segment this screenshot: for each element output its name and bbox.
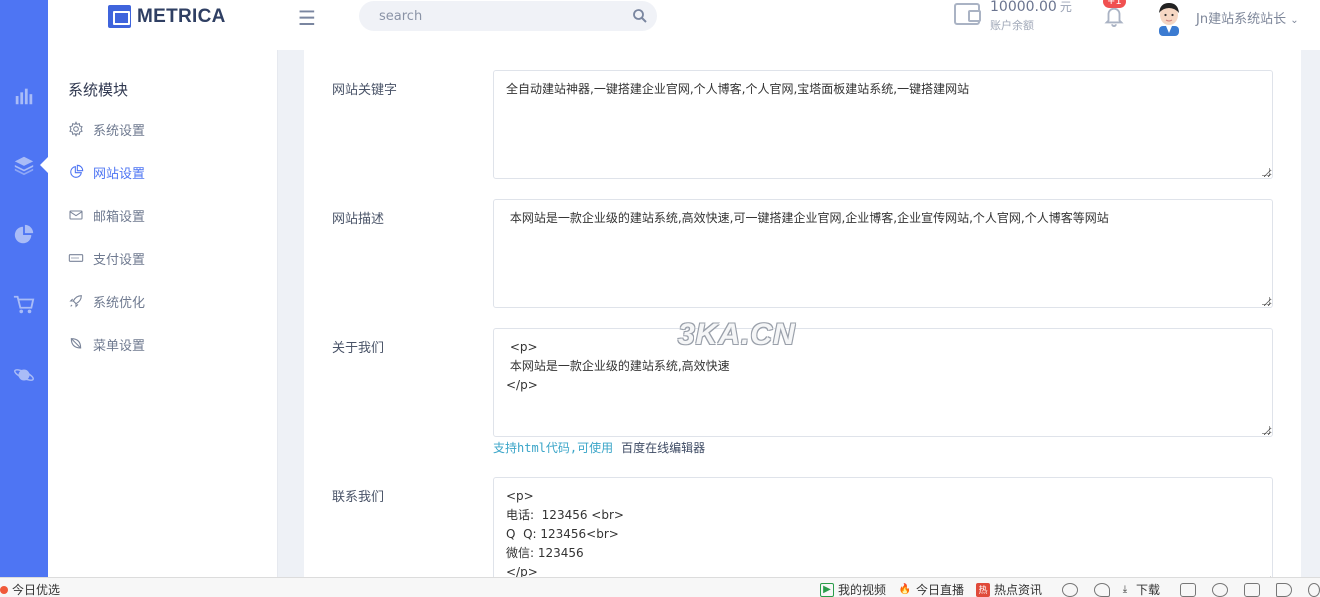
top-header: METRICA ☰ 10000.00元 账户余额 +1 Jn建站系统站长 ⌄ — [48, 0, 1320, 50]
search-icon[interactable] — [631, 7, 649, 25]
contact-label: 联系我们 — [332, 490, 385, 505]
sidebar-item-system-optimization[interactable]: 系统优化 — [68, 291, 145, 311]
play-icon: ▶ — [819, 582, 834, 597]
contact-value: <p> 电话: 123456 <br> Q Q: 123456<br> 微信: … — [506, 489, 624, 577]
sidebar-item-label: 邮箱设置 — [93, 209, 146, 225]
balance-amount: 10000.00 — [990, 0, 1057, 15]
html-hint: 支持html代码,可使用 百度在线编辑器 — [493, 439, 705, 456]
planet-icon[interactable] — [0, 355, 48, 395]
username: Jn建站系统站长 — [1196, 12, 1287, 27]
username-dropdown[interactable]: Jn建站系统站长 ⌄ — [1196, 8, 1299, 27]
avatar[interactable] — [1153, 0, 1185, 36]
today-picks-label: 今日优选 — [12, 583, 61, 597]
pie-chart-icon[interactable] — [0, 215, 48, 255]
sidebar-title: 系统模块 — [68, 81, 129, 99]
keywords-label: 网站关键字 — [332, 83, 398, 98]
about-label: 关于我们 — [332, 341, 385, 356]
today-picks[interactable]: 今日优选 — [0, 581, 60, 597]
contact-textarea[interactable]: <p> 电话: 123456 <br> Q Q: 123456<br> 微信: … — [493, 477, 1273, 577]
glasses-icon[interactable] — [1180, 582, 1196, 597]
balance-unit: 元 — [1059, 0, 1072, 14]
sidebar-item-mail-settings[interactable]: 邮箱设置 — [68, 205, 145, 225]
mail-icon — [69, 210, 83, 220]
module-sidebar: 系统模块 系统设置 网站设置 邮箱设置 支付设置 系统优化 菜单设置 — [48, 50, 278, 577]
sidebar-item-payment-settings[interactable]: 支付设置 — [68, 248, 145, 268]
live-today-label: 今日直播 — [915, 583, 964, 597]
fire-dot-icon — [0, 585, 8, 594]
chevron-down-icon: ⌄ — [1290, 15, 1299, 26]
volume-icon[interactable] — [1276, 582, 1292, 597]
sidebar-item-label: 菜单设置 — [93, 338, 146, 354]
sidebar-item-label: 系统设置 — [93, 123, 146, 139]
search-icon[interactable] — [1308, 582, 1320, 597]
rocket-icon[interactable] — [1093, 582, 1110, 597]
editor-link[interactable]: 百度在线编辑器 — [621, 441, 705, 455]
about-textarea[interactable]: <p> 本网站是一款企业级的建站系统,高效快速 </p> — [493, 328, 1273, 437]
html-hint-text: 支持html代码,可使用 — [493, 441, 614, 455]
description-value: 本网站是一款企业级的建站系统,高效快速,可一键搭建企业官网,企业博客,企业宣传网… — [506, 211, 1109, 225]
menu-toggle-icon[interactable]: ☰ — [298, 6, 316, 30]
sidebar-item-menu-settings[interactable]: 菜单设置 — [68, 334, 145, 354]
account-balance: 10000.00 元 账户余额 — [990, 0, 1072, 34]
resize-handle[interactable] — [1262, 168, 1270, 176]
description-label: 网站描述 — [332, 212, 385, 227]
hot-news-button[interactable]: 热热点资讯 — [975, 581, 1042, 597]
flame-icon: 🔥 — [898, 584, 912, 595]
status-bar-tools: ▶ 我的视频 🔥 今日直播 热热点资讯 ⤓ 下载 — [819, 581, 1320, 597]
sidebar-item-system-settings[interactable]: 系统设置 — [68, 119, 145, 139]
sidebar-item-label: 支付设置 — [93, 252, 146, 268]
logo-text: METRICA — [137, 5, 226, 27]
hot-news-label: 热点资讯 — [993, 583, 1042, 597]
logo-icon — [108, 5, 131, 28]
sidebar-item-label: 系统优化 — [93, 295, 146, 311]
resize-handle[interactable] — [1262, 426, 1270, 434]
rocket-icon — [69, 295, 82, 308]
browser-icon[interactable] — [1212, 582, 1228, 597]
download-icon: ⤓ — [1122, 584, 1128, 595]
gear-icon — [69, 121, 83, 137]
keywords-textarea[interactable]: 全自动建站神器,一键搭建企业官网,个人博客,个人官网,宝塔面板建站系统,一键搭建… — [493, 70, 1273, 179]
search-box — [359, 1, 657, 31]
download-button[interactable]: ⤓ 下载 — [1118, 581, 1160, 597]
my-videos-label: 我的视频 — [837, 583, 886, 597]
notification-badge: +1 — [1103, 0, 1126, 8]
search-input[interactable] — [359, 8, 615, 24]
card-icon — [68, 254, 84, 262]
analytics-icon[interactable] — [0, 76, 48, 116]
download-label: 下载 — [1135, 583, 1160, 597]
browser-status-bar: 今日优选 ▶ 我的视频 🔥 今日直播 热热点资讯 ⤓ 下载 — [0, 577, 1320, 597]
bell-icon[interactable] — [1103, 5, 1125, 27]
window-icon[interactable] — [1244, 582, 1260, 597]
news-icon: 热 — [975, 582, 990, 597]
sidebar-item-label: 网站设置 — [93, 166, 146, 182]
resize-handle[interactable] — [1262, 297, 1270, 305]
logo[interactable]: METRICA — [108, 5, 226, 28]
speed-icon[interactable] — [1061, 582, 1078, 597]
description-textarea[interactable]: 本网站是一款企业级的建站系统,高效快速,可一键搭建企业官网,企业博客,企业宣传网… — [493, 199, 1273, 308]
balance-label: 账户余额 — [990, 19, 1034, 32]
cart-icon[interactable] — [0, 285, 48, 325]
settings-form: 网站关键字 全自动建站神器,一键搭建企业官网,个人博客,个人官网,宝塔面板建站系… — [304, 50, 1301, 577]
live-today-button[interactable]: 🔥 今日直播 — [898, 581, 964, 597]
globe-icon — [70, 164, 84, 178]
wallet-icon[interactable] — [954, 3, 981, 25]
icon-rail — [0, 0, 49, 577]
keywords-value: 全自动建站神器,一键搭建企业官网,个人博客,个人官网,宝塔面板建站系统,一键搭建… — [506, 82, 970, 96]
my-videos-button[interactable]: ▶ 我的视频 — [819, 581, 886, 597]
leaf-icon — [70, 338, 82, 349]
sidebar-item-website-settings[interactable]: 网站设置 — [68, 162, 145, 182]
watermark: 3KA.CN — [678, 318, 796, 351]
